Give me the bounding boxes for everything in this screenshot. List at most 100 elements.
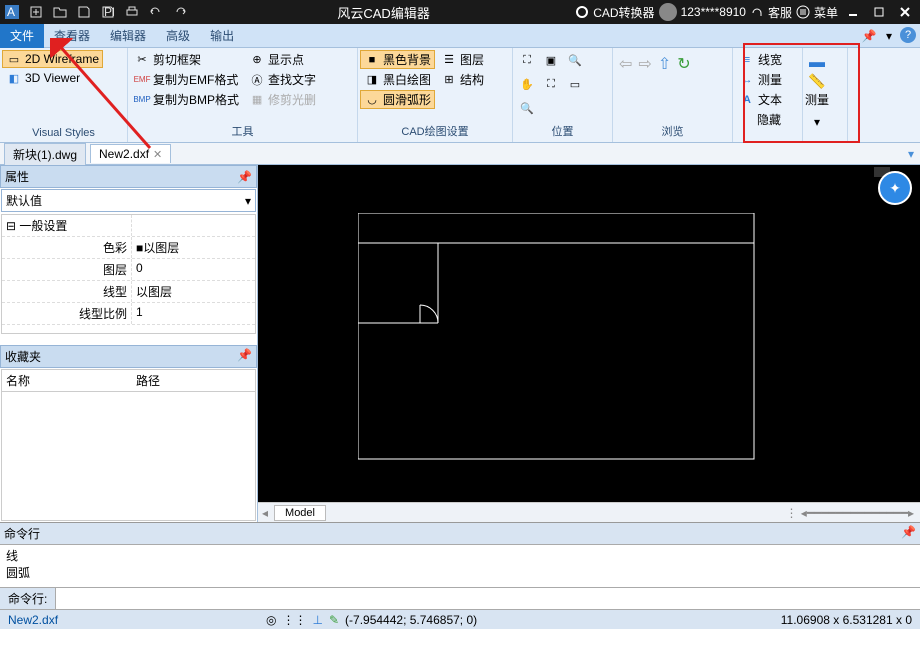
sync-icon[interactable] [575,5,589,19]
zoom-window-icon[interactable]: ▣ [541,52,561,68]
polar-icon[interactable]: ✎ [329,613,339,627]
zoom-region-icon[interactable]: ▭ [565,76,585,92]
menu-file[interactable]: 文件 [0,24,44,48]
copy-emf-button[interactable]: EMF复制为EMF格式 [130,70,243,89]
minimize-button[interactable] [842,2,864,22]
layout-tabs: ◂ Model ⋮ ◂━━━━━━━━━━━━━━▸ [258,502,920,522]
ortho-icon[interactable]: ⊥ [313,613,323,627]
undo-icon[interactable] [144,0,168,24]
refresh-icon[interactable]: ↻ [677,54,690,74]
zoom-extents-icon[interactable]: ⛶ [541,76,561,92]
cad-drawing [358,213,758,463]
new-icon[interactable] [24,0,48,24]
save-icon[interactable] [72,0,96,24]
prop-section[interactable]: ⊟ 一般设置 [2,215,132,236]
drawing-canvas[interactable]: ✦ [258,165,920,502]
default-combo[interactable]: 默认值▾ [1,189,256,212]
cube-icon: ◧ [6,70,22,86]
highlight-box [743,43,860,143]
target-icon: ⊕ [249,52,265,68]
nav-right-icon[interactable]: ⇨ [638,54,651,74]
nav-prev-icon[interactable]: ◂ [262,506,268,520]
zoom-fit-icon[interactable]: ⛶ [517,52,537,68]
status-bar: New2.dxf ◎ ⋮⋮ ⊥ ✎ (-7.954442; 5.746857; … [0,609,920,629]
maximize-button[interactable] [868,2,890,22]
status-filename: New2.dxf [0,613,66,627]
model-tab[interactable]: Model [274,505,326,521]
pin-icon[interactable]: 📌 [901,525,916,542]
layer-button[interactable]: ☰图层 [437,50,488,69]
pin-icon[interactable]: 📌 [237,348,252,365]
find-text-button[interactable]: Ⓐ查找文字 [245,70,320,89]
save-pdf-icon[interactable]: PDF [96,0,120,24]
support-label[interactable]: 客服 [768,4,792,21]
scissors-icon: ✂ [134,52,150,68]
3d-viewer-button[interactable]: ◧3D Viewer [2,69,103,87]
bw-draw-button[interactable]: ◨ 黑白绘图 [360,70,435,89]
close-button[interactable] [894,2,916,22]
print-icon[interactable] [120,0,144,24]
cut-frame-button[interactable]: ✂剪切框架 [130,50,243,69]
command-history[interactable]: 线 圆弧 [0,545,920,587]
menu-output[interactable]: 输出 [200,24,244,48]
tabs-dropdown-icon[interactable]: ▾ [908,147,920,161]
scroll-thumb[interactable]: ⋮ ◂━━━━━━━━━━━━━━▸ [785,506,920,520]
copy-bmp-button[interactable]: BMP复制为BMP格式 [130,90,243,109]
menu-advanced[interactable]: 高级 [156,24,200,48]
avatar-icon[interactable] [659,3,677,21]
struct-button[interactable]: ⊞结构 [437,70,488,89]
grid-icon[interactable]: ⋮⋮ [283,613,307,627]
smooth-arc-button[interactable]: ◡圆滑弧形 [360,90,435,109]
pin-icon[interactable]: 📌 [237,170,252,184]
menu-viewer[interactable]: 查看器 [44,24,100,48]
wireframe-icon: ▭ [6,51,22,67]
close-tab-icon[interactable]: ✕ [153,148,162,161]
file-tab-active[interactable]: New2.dxf✕ [90,144,171,163]
show-point-button[interactable]: ⊕显示点 [245,50,320,69]
trim-icon: ▦ [249,92,265,108]
ribbon: ▭2D Wireframe ◧3D Viewer Visual Styles ✂… [0,48,920,143]
zoom-in-icon[interactable]: 🔍 [565,52,585,68]
prop-row[interactable]: 线型以图层 [2,281,255,303]
headset-icon[interactable] [750,5,764,19]
command-prompt: 命令行: [0,588,56,609]
prop-row[interactable]: 线型比例1 [2,303,255,325]
nav-left-icon[interactable]: ⇦ [619,54,632,74]
titlebar: A PDF 风云CAD编辑器 CAD转换器 123****8910 客服 菜单 [0,0,920,24]
prop-row[interactable]: 图层0 [2,259,255,281]
file-tab[interactable]: 新块(1).dwg [4,143,86,165]
bw-icon: ◨ [364,72,380,88]
nav-up-icon[interactable]: ⇧ [658,54,671,74]
property-grid: ⊟ 一般设置 色彩■以图层 图层0 线型以图层 线型比例1 [1,214,256,334]
app-icon[interactable]: A [0,0,24,24]
favorites-body: 名称路径 [1,369,256,521]
compass-icon[interactable]: ✦ [878,171,912,205]
open-icon[interactable] [48,0,72,24]
app-title: 风云CAD编辑器 [192,3,575,22]
trim-raster-button[interactable]: ▦修剪光删 [245,90,320,109]
2d-wireframe-button[interactable]: ▭2D Wireframe [2,50,103,68]
black-bg-icon: ■ [364,52,380,68]
menu-editor[interactable]: 编辑器 [100,24,156,48]
group-label: CAD绘图设置 [360,122,510,140]
menu-label[interactable]: 菜单 [814,4,838,21]
prop-row[interactable]: 色彩■以图层 [2,237,255,259]
status-right-coords: 11.06908 x 6.531281 x 0 [773,613,920,627]
redo-icon[interactable] [168,0,192,24]
group-label: 浏览 [615,122,730,140]
black-bg-button[interactable]: ■黑色背景 [360,50,435,69]
menu-icon[interactable] [796,5,810,19]
command-input[interactable] [56,588,920,609]
pin-icon[interactable]: 📌 [860,27,878,45]
pan-icon[interactable]: ✋ [517,76,537,92]
converter-label[interactable]: CAD转换器 [593,4,654,21]
zoom-out-icon[interactable]: 🔍 [517,100,537,116]
snap-icon[interactable]: ◎ [266,613,276,627]
chevron-down-icon[interactable]: ▾ [880,27,898,45]
help-icon[interactable]: ? [900,27,916,43]
emf-icon: EMF [134,72,150,88]
properties-header: 属性📌 [0,165,257,188]
svg-text:A: A [7,5,15,19]
search-text-icon: Ⓐ [249,72,265,88]
col-path: 路径 [136,372,160,389]
